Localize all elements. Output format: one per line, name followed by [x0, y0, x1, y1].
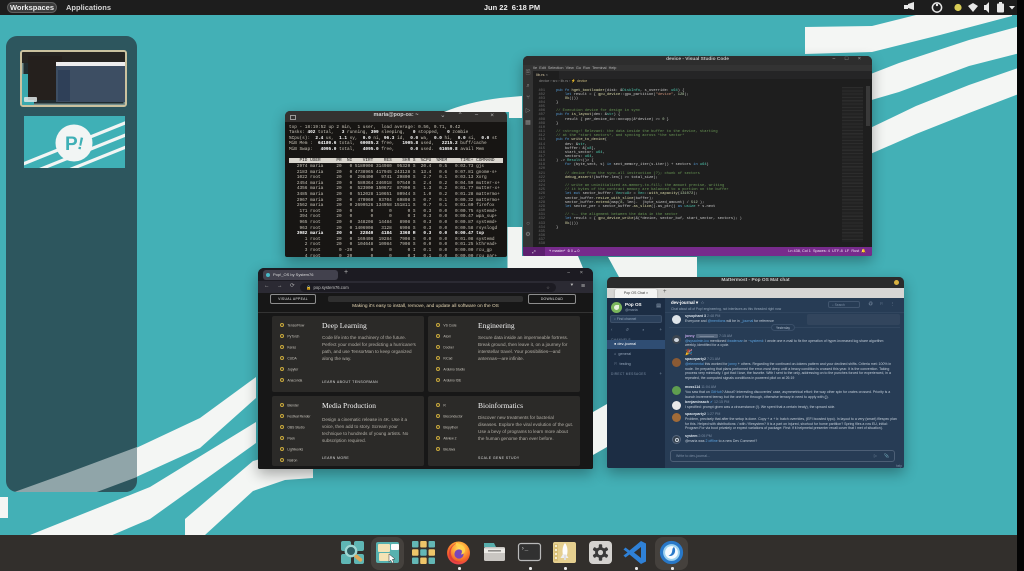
svg-text:›_: ›_ [521, 545, 529, 552]
